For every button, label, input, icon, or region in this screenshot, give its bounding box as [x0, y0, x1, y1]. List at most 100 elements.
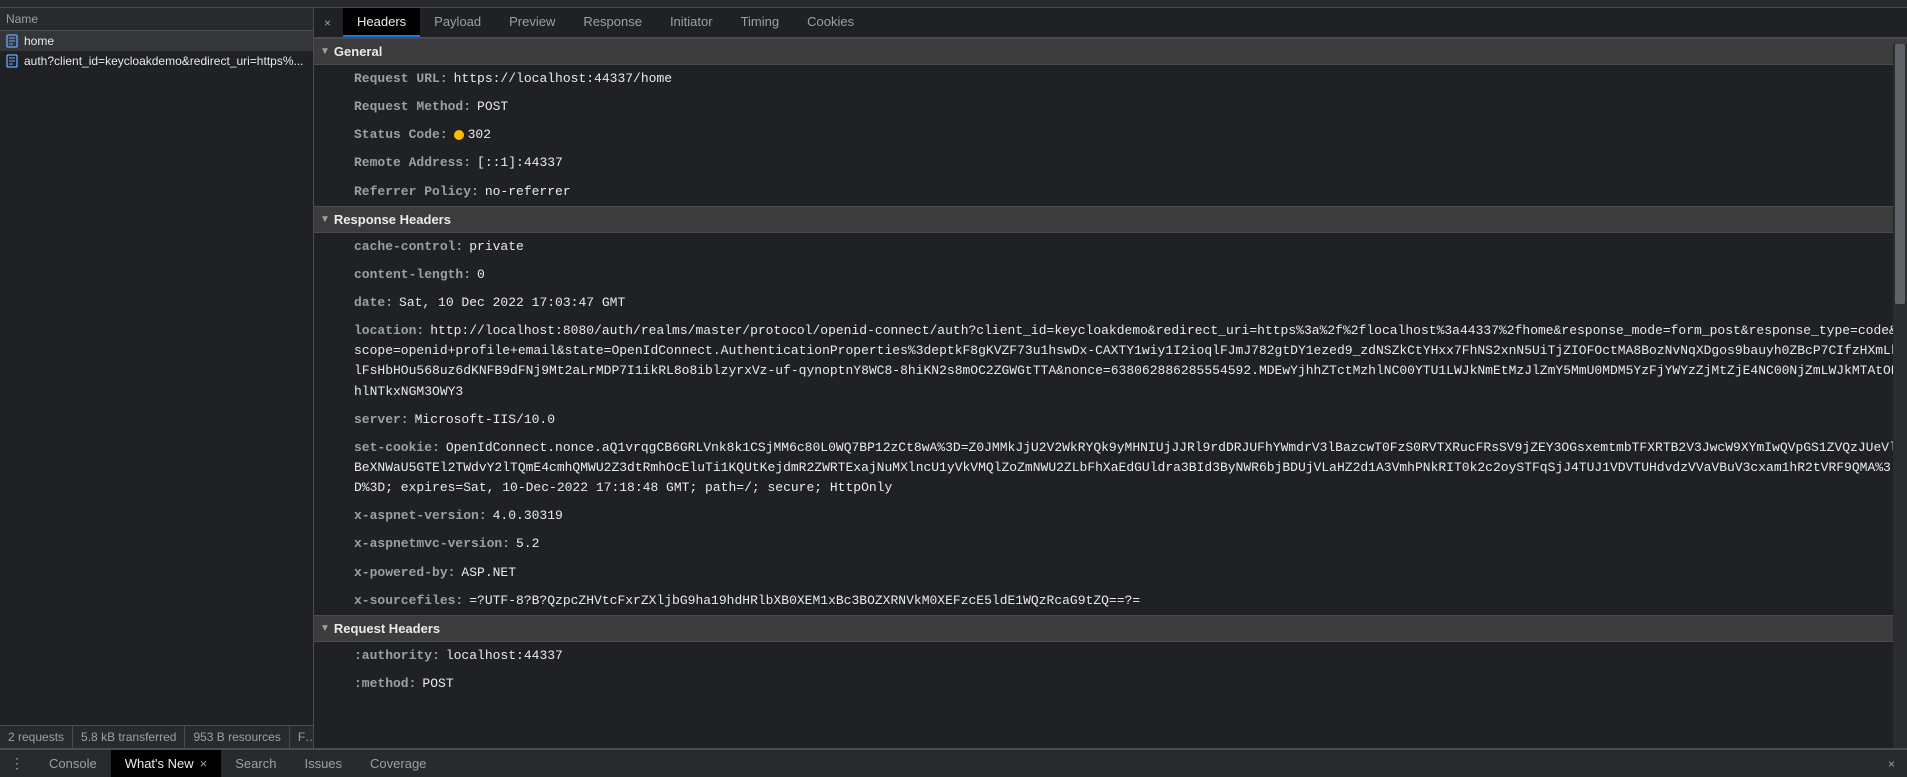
- drawer-tab-label: Coverage: [370, 756, 426, 771]
- header-row: Referrer Policy: no-referrer: [314, 178, 1907, 206]
- section-header-request-headers[interactable]: ▼ Request Headers: [314, 615, 1907, 642]
- header-key: date:: [354, 295, 393, 310]
- request-label: home: [24, 34, 54, 48]
- drawer-menu-button[interactable]: ⋮: [0, 755, 35, 772]
- request-row[interactable]: auth?client_id=keycloakdemo&redirect_uri…: [0, 51, 313, 71]
- headers-detail-body: ▼ General Request URL: https://localhost:44…: [314, 38, 1907, 748]
- header-row: cache-control: private: [314, 233, 1907, 261]
- drawer-tab-label: What's New: [125, 756, 194, 771]
- header-row: x-powered-by: ASP.NET: [314, 559, 1907, 587]
- detail-tab-strip: × HeadersPayloadPreviewResponseInitiator…: [314, 8, 1907, 38]
- tab-payload[interactable]: Payload: [420, 8, 495, 37]
- header-key: cache-control:: [354, 239, 463, 254]
- network-status-bar: 2 requests 5.8 kB transferred 953 B reso…: [0, 725, 313, 748]
- section-header-response-headers[interactable]: ▼ Response Headers: [314, 206, 1907, 233]
- header-value: ASP.NET: [461, 565, 516, 580]
- header-key: x-aspnet-version:: [354, 508, 487, 523]
- status-resources: 953 B resources: [185, 726, 289, 748]
- header-value: 0: [477, 267, 485, 282]
- header-row: Request URL: https://localhost:44337/home: [314, 65, 1907, 93]
- network-detail-panel: × HeadersPayloadPreviewResponseInitiator…: [314, 8, 1907, 748]
- header-row: Remote Address: [::1]:44337: [314, 149, 1907, 177]
- close-icon[interactable]: ×: [200, 756, 208, 771]
- header-row: location:http://localhost:8080/auth/real…: [314, 317, 1907, 406]
- drawer-tab-whatsnew[interactable]: What's New ×: [111, 750, 222, 777]
- drawer-tab-label: Console: [49, 756, 97, 771]
- header-key: location:: [354, 323, 424, 338]
- header-value: Microsoft-IIS/10.0: [415, 412, 555, 427]
- section-title: Request Headers: [334, 621, 440, 636]
- disclosure-triangle-icon: ▼: [320, 46, 330, 57]
- request-label: auth?client_id=keycloakdemo&redirect_uri…: [24, 54, 304, 68]
- header-key: x-aspnetmvc-version:: [354, 536, 510, 551]
- scrollbar-track[interactable]: [1893, 44, 1907, 748]
- header-value: POST: [477, 99, 508, 114]
- header-value: https://localhost:44337/home: [454, 71, 672, 86]
- header-row: set-cookie:OpenIdConnect.nonce.aQ1vrqgCB…: [314, 434, 1907, 502]
- tab-cookies[interactable]: Cookies: [793, 8, 868, 37]
- header-row: Request Method: POST: [314, 93, 1907, 121]
- header-row: x-aspnetmvc-version: 5.2: [314, 530, 1907, 558]
- close-detail-button[interactable]: ×: [314, 10, 341, 36]
- network-request-list: Name home auth?client_id=keycloakdemo&red…: [0, 8, 314, 748]
- header-row: x-aspnet-version: 4.0.30319: [314, 502, 1907, 530]
- header-value: localhost:44337: [446, 648, 563, 663]
- header-key: :method:: [354, 676, 416, 691]
- status-finish: Fin: [290, 726, 313, 748]
- header-key: Remote Address:: [354, 155, 471, 170]
- tab-timing[interactable]: Timing: [727, 8, 794, 37]
- scrollbar-thumb[interactable]: [1895, 44, 1905, 304]
- header-key: :authority:: [354, 648, 440, 663]
- tab-headers[interactable]: Headers: [343, 8, 420, 37]
- disclosure-triangle-icon: ▼: [320, 623, 330, 634]
- drawer-close-button[interactable]: ×: [1876, 757, 1907, 771]
- header-value: Sat, 10 Dec 2022 17:03:47 GMT: [399, 295, 625, 310]
- top-tab-strip: [0, 0, 1907, 8]
- header-value: no-referrer: [485, 184, 571, 199]
- header-value: [::1]:44337: [477, 155, 563, 170]
- header-key: Referrer Policy:: [354, 184, 479, 199]
- section-title: Response Headers: [334, 212, 451, 227]
- header-key: Request Method:: [354, 99, 471, 114]
- header-key: set-cookie:: [354, 440, 440, 455]
- drawer-tab-label: Search: [235, 756, 276, 771]
- tab-initiator[interactable]: Initiator: [656, 8, 727, 37]
- drawer-tab-label: Issues: [304, 756, 342, 771]
- header-row: Status Code:302: [314, 121, 1907, 149]
- document-icon: [6, 34, 18, 48]
- drawer-tab-console[interactable]: Console: [35, 750, 111, 777]
- header-value: 5.2: [516, 536, 539, 551]
- header-key: x-powered-by:: [354, 565, 455, 580]
- drawer-tab-search[interactable]: Search: [221, 750, 290, 777]
- header-row: :authority: localhost:44337: [314, 642, 1907, 670]
- header-key: server:: [354, 412, 409, 427]
- section-header-general[interactable]: ▼ General: [314, 38, 1907, 65]
- column-header-name[interactable]: Name: [0, 8, 313, 31]
- section-title: General: [334, 44, 382, 59]
- request-row[interactable]: home: [0, 31, 313, 51]
- header-key: x-sourcefiles:: [354, 593, 463, 608]
- drawer-tab-issues[interactable]: Issues: [290, 750, 356, 777]
- header-value: private: [469, 239, 524, 254]
- tab-preview[interactable]: Preview: [495, 8, 569, 37]
- status-dot-icon: [454, 130, 464, 140]
- document-icon: [6, 54, 18, 68]
- header-value: http://localhost:8080/auth/realms/master…: [354, 323, 1899, 398]
- header-row: content-length:0: [314, 261, 1907, 289]
- status-requests: 2 requests: [0, 726, 73, 748]
- main-row: Name home auth?client_id=keycloakdemo&red…: [0, 8, 1907, 749]
- disclosure-triangle-icon: ▼: [320, 214, 330, 225]
- request-list: home auth?client_id=keycloakdemo&redirect…: [0, 31, 313, 725]
- header-row: server: Microsoft-IIS/10.0: [314, 406, 1907, 434]
- header-value: 4.0.30319: [493, 508, 563, 523]
- drawer-tab-strip: ⋮ Console What's New × Search Issues Coverage…: [0, 749, 1907, 777]
- header-value: =?UTF-8?B?QzpcZHVtcFxrZXljbG9ha19hdHRlbX…: [469, 593, 1140, 608]
- header-row: x-sourcefiles: =?UTF-8?B?QzpcZHVtcFxrZXlj…: [314, 587, 1907, 615]
- drawer-tab-coverage[interactable]: Coverage: [356, 750, 440, 777]
- header-row: date: Sat, 10 Dec 2022 17:03:47 GMT: [314, 289, 1907, 317]
- header-row: :method: POST: [314, 670, 1907, 698]
- header-value: POST: [422, 676, 453, 691]
- header-key: Status Code:: [354, 127, 448, 142]
- header-key: Request URL:: [354, 71, 448, 86]
- tab-response[interactable]: Response: [569, 8, 656, 37]
